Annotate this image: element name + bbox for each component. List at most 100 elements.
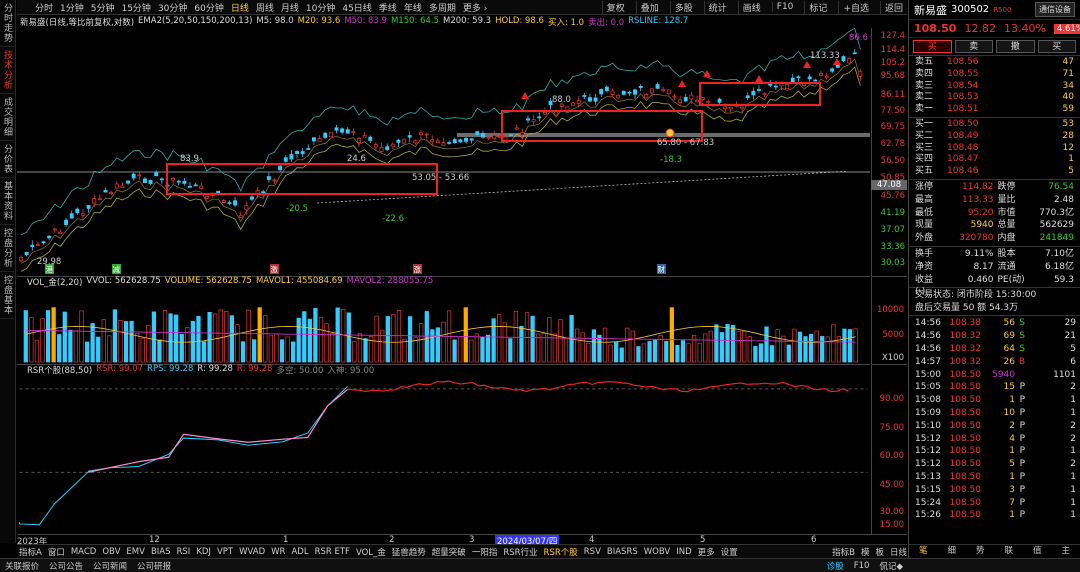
indicator-tab-18[interactable]: RSR个股 [544, 546, 578, 558]
period-tab-3[interactable]: 15分钟 [121, 1, 150, 14]
bottom-right-2[interactable]: 侃记◆ [874, 560, 908, 572]
tabbar-right-0[interactable]: 指标B [832, 546, 855, 558]
quote-tab-2[interactable]: 势 [966, 545, 995, 558]
period-tab-2[interactable]: 5分钟 [91, 1, 115, 14]
vol-tick-0: 10000 [876, 305, 904, 315]
leftnav-item-1[interactable]: 技术分析 [0, 47, 14, 94]
toolbar-button-5[interactable]: F10 [771, 2, 798, 12]
indicator-tab-24[interactable]: 设置 [721, 546, 738, 558]
indicator-tab-22[interactable]: IND [676, 547, 691, 557]
tabbar-right-3[interactable]: 日线 [890, 546, 907, 558]
tick-count: 1 [1070, 395, 1076, 406]
indicator-tab-4[interactable]: EMV [126, 547, 145, 557]
indicator-tab-7[interactable]: KDJ [196, 547, 211, 557]
quote-tab-4[interactable]: 值 [1023, 545, 1052, 558]
volume-bar [279, 339, 285, 363]
leftnav-item-2[interactable]: 成交明细 [0, 94, 14, 141]
period-tab-4[interactable]: 30分钟 [158, 1, 187, 14]
rsr-value-3: R: 99.28 [197, 364, 233, 374]
industry-badge[interactable]: 通信设备 [1035, 2, 1075, 17]
toolbar-button-3[interactable]: 统计 [703, 0, 731, 14]
trade-button-0[interactable]: 买 [913, 40, 952, 53]
asks-price: 108.56 [947, 57, 979, 67]
period-tab-0[interactable]: 分时 [35, 1, 53, 14]
bottom-link-0[interactable]: 关联报价 [0, 560, 44, 572]
quote-tab-3[interactable]: 联 [995, 545, 1024, 558]
quote-tab-0[interactable]: 笔 [909, 545, 938, 558]
toolbar-button-8[interactable]: 返回 [879, 0, 907, 14]
candle-body [120, 185, 125, 188]
indicator-tab-13[interactable]: VOL_金 [356, 546, 386, 558]
indicator-tab-1[interactable]: 窗口 [48, 546, 65, 558]
volume-bar [62, 311, 67, 363]
leftnav-item-0[interactable]: 分时走势 [0, 0, 14, 47]
candle-body [114, 183, 119, 189]
quote-stats: 涨停 114.82 跌停 76.54 最高 113.33 量比 2.48 最低 95.20 市值 77… [909, 180, 1080, 247]
leftnav-item-6[interactable]: 控盘基本 [0, 272, 14, 319]
indicator-tab-14[interactable]: 猛兽趋势 [392, 546, 426, 558]
trade-button-2[interactable]: 撤 [996, 40, 1035, 53]
tick-count: 1101 [1053, 369, 1076, 380]
trade-button-3[interactable]: 买 [1037, 40, 1076, 53]
leftnav-item-4[interactable]: 基本资料 [0, 178, 14, 225]
bottom-link-1[interactable]: 公司公告 [44, 560, 88, 572]
indicator-tab-20[interactable]: BIASRS [607, 547, 638, 557]
bottom-right-1[interactable]: F10 [849, 561, 875, 571]
leftnav-item-3[interactable]: 分价表 [0, 141, 14, 178]
volume-bar [703, 333, 708, 363]
toolbar-button-7[interactable]: +自选 [838, 0, 873, 14]
indicator-tab-6[interactable]: RSI [177, 547, 191, 557]
period-tab-10[interactable]: 45日线 [342, 1, 371, 14]
indicator-tab-23[interactable]: 更多 [698, 546, 715, 558]
volume-bar [96, 336, 101, 363]
price-tick-12: 37.07 [880, 225, 905, 235]
indicator-tab-16[interactable]: 一阳指 [472, 546, 498, 558]
indicator-tab-17[interactable]: RSR行业 [503, 546, 537, 558]
indicator-tab-0[interactable]: 指标A [19, 546, 42, 558]
candlestick-chart[interactable]: 83.9 24.6 53.05 - 53.66 -20.5 -22.6 88.0 113.3… [17, 28, 870, 276]
bottom-right-0[interactable]: 诊股 [822, 560, 849, 572]
candle-body [328, 131, 333, 138]
period-tab-7[interactable]: 周线 [256, 1, 274, 14]
period-tab-14[interactable]: 更多 › [463, 1, 487, 14]
period-tab-11[interactable]: 季线 [379, 1, 397, 14]
tabbar-right-2[interactable]: 板 [875, 546, 884, 558]
indicator-tab-12[interactable]: RSR ETF [315, 547, 350, 557]
quote-stats-2: 换手 9.11% 股本 7.10亿 净资 8.17 流通 6.18亿 收益(-) 0.460 PE(… [909, 247, 1080, 297]
rsr-chart[interactable] [17, 364, 870, 534]
indicator-tab-9[interactable]: WVAD [239, 547, 265, 557]
bottom-link-3[interactable]: 公司研报 [132, 560, 176, 572]
volume-chart[interactable] [17, 276, 870, 364]
quote-tab-5[interactable]: 主 [1052, 545, 1080, 558]
tick-list[interactable]: 14:56 108.38 56 S 29 14:56 108.32 69 S 21 14:56 108… [909, 316, 1080, 523]
indicator-tab-10[interactable]: WR [271, 547, 285, 557]
tabbar-right-1[interactable]: 模 [861, 546, 870, 558]
period-tab-13[interactable]: 多周期 [429, 1, 456, 14]
indicator-tab-19[interactable]: RSV [584, 547, 601, 557]
indicator-tab-21[interactable]: WOBV [644, 547, 670, 557]
period-tab-1[interactable]: 1分钟 [60, 1, 84, 14]
toolbar-button-2[interactable]: 多股 [669, 0, 697, 14]
toolbar-button-4[interactable]: 画线 [737, 0, 765, 14]
indicator-tab-5[interactable]: BIAS [151, 547, 171, 557]
period-tab-9[interactable]: 10分钟 [306, 1, 335, 14]
toolbar-button-1[interactable]: 叠加 [635, 0, 663, 14]
rsr-tick-4: 30.00 [879, 507, 904, 517]
volume-bar [625, 327, 630, 363]
indicator-tab-15[interactable]: 超量突破 [432, 546, 466, 558]
indicator-tab-8[interactable]: VPT [217, 547, 233, 557]
toolbar-button-6[interactable]: 标记 [804, 0, 831, 14]
quote-tab-1[interactable]: 细 [938, 545, 967, 558]
indicator-tab-3[interactable]: OBV [102, 547, 120, 557]
trade-button-1[interactable]: 卖 [954, 40, 993, 53]
indicator-tab-11[interactable]: ADL [291, 547, 308, 557]
period-tab-5[interactable]: 60分钟 [194, 1, 223, 14]
period-tab-8[interactable]: 月线 [281, 1, 299, 14]
leftnav-item-5[interactable]: 控盘分析 [0, 225, 14, 272]
candle-body [757, 89, 761, 91]
period-tab-6[interactable]: 日线 [231, 1, 249, 14]
bottom-link-2[interactable]: 公司新闻 [88, 560, 132, 572]
indicator-tab-2[interactable]: MACD [71, 547, 96, 557]
period-tab-12[interactable]: 年线 [404, 1, 422, 14]
toolbar-button-0[interactable]: 复权 [601, 0, 629, 14]
